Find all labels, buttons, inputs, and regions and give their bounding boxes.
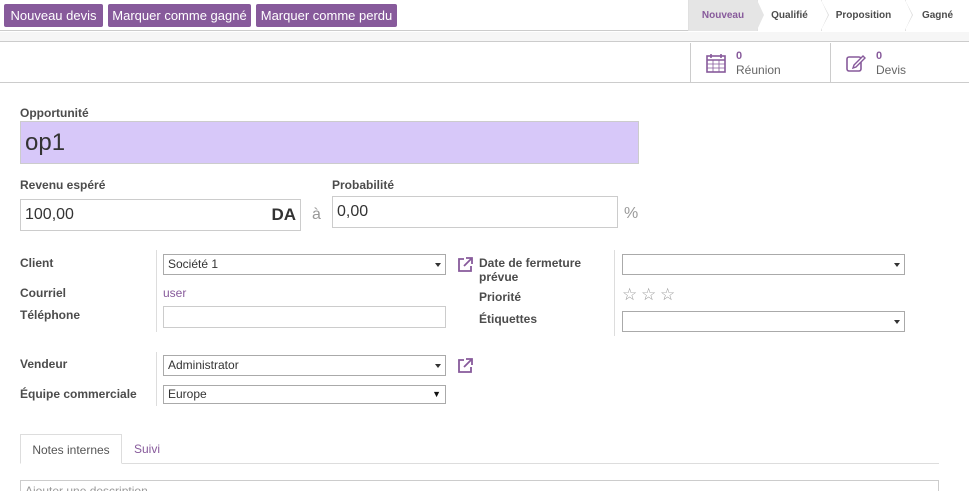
client-select[interactable]: Société 1 xyxy=(163,254,446,275)
tags-select[interactable] xyxy=(622,311,905,332)
description-textarea[interactable]: Ajouter une description... xyxy=(20,480,939,491)
email-link[interactable]: user xyxy=(163,286,186,300)
stage-qualifie[interactable]: Qualifié xyxy=(757,0,829,31)
notebook-tabs: Notes internes Suivi xyxy=(20,434,939,464)
separator-strip xyxy=(0,32,969,42)
probability-label: Probabilité xyxy=(332,178,395,192)
client-label: Client xyxy=(20,256,54,270)
salesperson-label: Vendeur xyxy=(20,357,68,371)
stage-label: Gagné xyxy=(921,10,954,21)
closing-date-label-line1: Date de fermeture xyxy=(479,256,582,270)
closing-date-label-line2: prévue xyxy=(479,270,519,284)
tab-internal-notes[interactable]: Notes internes xyxy=(20,434,122,464)
meeting-count: 0 xyxy=(736,50,743,62)
calendar-icon xyxy=(706,54,726,73)
closing-date-select[interactable] xyxy=(622,254,905,275)
probability-input[interactable]: 0,00 xyxy=(332,196,618,228)
phone-label: Téléphone xyxy=(20,308,81,322)
stage-nouveau[interactable]: Nouveau xyxy=(688,0,764,31)
salesperson-select[interactable]: Administrator xyxy=(163,355,446,376)
quotes-count: 0 xyxy=(876,50,883,62)
expected-revenue-input[interactable]: 100,00 DA xyxy=(20,199,301,231)
email-label: Courriel xyxy=(20,286,67,300)
at-separator: à xyxy=(312,206,321,223)
meeting-stat-button[interactable]: 0 Réunion xyxy=(690,43,830,83)
control-panel: Nouveau devis Marquer comme gagné Marque… xyxy=(0,0,969,31)
column-divider xyxy=(156,250,157,332)
button-box: 0 Réunion 0 Devis xyxy=(0,43,969,83)
stage-gagne[interactable]: Gagné xyxy=(905,0,969,31)
tab-follow-up[interactable]: Suivi xyxy=(126,434,168,464)
dropdown-arrow-icon: ▼ xyxy=(432,389,441,399)
priority-star-icon[interactable]: ☆ xyxy=(660,286,675,303)
external-link-icon[interactable] xyxy=(456,256,474,274)
percent-sign: % xyxy=(624,205,639,222)
mark-won-button[interactable]: Marquer comme gagné xyxy=(108,4,251,27)
phone-input[interactable] xyxy=(163,306,446,328)
expected-revenue-label: Revenu espéré xyxy=(20,178,106,192)
sales-team-label: Équipe commerciale xyxy=(20,387,137,401)
salesperson-value: Administrator xyxy=(168,358,239,372)
external-link-icon[interactable] xyxy=(456,357,474,375)
edit-icon xyxy=(846,55,866,72)
sales-team-select[interactable]: Europe ▼ xyxy=(163,385,446,404)
opportunity-name-input[interactable]: op1 xyxy=(20,121,639,164)
new-quote-button[interactable]: Nouveau devis xyxy=(4,4,103,27)
stage-label: Proposition xyxy=(835,10,892,21)
opportunity-label: Opportunité xyxy=(20,106,89,120)
quotes-stat-button[interactable]: 0 Devis xyxy=(830,43,969,83)
column-divider xyxy=(156,352,157,406)
currency-symbol: DA xyxy=(271,205,296,224)
stage-label: Qualifié xyxy=(771,10,808,21)
priority-label: Priorité xyxy=(479,290,522,304)
stage-label: Nouveau xyxy=(701,10,745,21)
closing-date-label: Date de fermeture prévue xyxy=(479,256,581,284)
priority-star-icon[interactable]: ☆ xyxy=(622,286,637,303)
client-value: Société 1 xyxy=(168,257,219,271)
column-divider xyxy=(614,250,615,336)
meeting-label: Réunion xyxy=(736,63,781,77)
stage-proposition[interactable]: Proposition xyxy=(821,0,913,31)
expected-revenue-value: 100,00 xyxy=(25,206,74,223)
chevron-down-icon xyxy=(894,320,900,324)
chevron-down-icon xyxy=(894,263,900,267)
mark-lost-button[interactable]: Marquer comme perdu xyxy=(256,4,397,27)
quotes-label: Devis xyxy=(876,63,907,77)
priority-star-icon[interactable]: ☆ xyxy=(641,286,656,303)
sales-team-value: Europe xyxy=(168,387,207,401)
stage-statusbar: Nouveau Qualifié Proposition Gagné xyxy=(688,0,969,31)
chevron-down-icon xyxy=(435,364,441,368)
chevron-down-icon xyxy=(435,263,441,267)
tags-label: Étiquettes xyxy=(479,312,538,326)
